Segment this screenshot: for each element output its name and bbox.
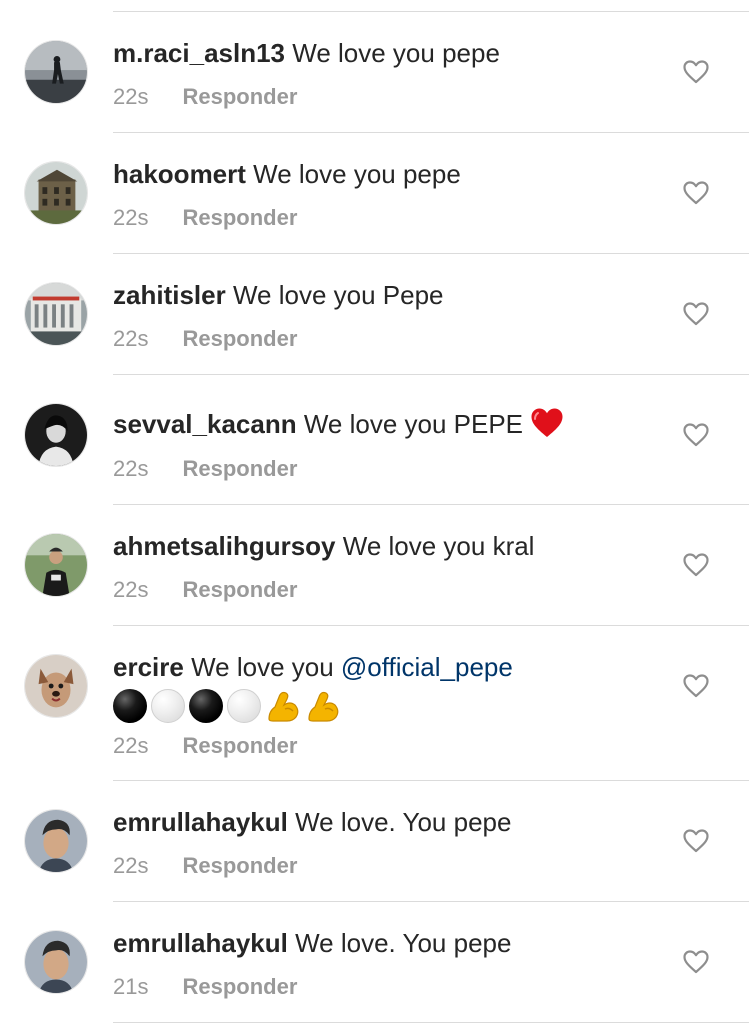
username-link[interactable]: emrullahaykul: [113, 928, 288, 958]
person-outdoors-avatar: [25, 534, 87, 596]
heart-outline-icon[interactable]: [683, 829, 709, 853]
comment-item: m.raci_asln13 We love you pepe 22s Respo…: [0, 12, 749, 133]
timestamp: 21s: [113, 974, 149, 999]
comment-item: emrullahaykul We love. You pepe 22s Resp…: [0, 781, 749, 902]
comment-item: emrullahaykul We love. You pepe 21s Resp…: [0, 902, 749, 1023]
black-circle-icon: [113, 689, 147, 723]
username-link[interactable]: ahmetsalihgursoy: [113, 531, 336, 561]
comment-body: We love you Pepe: [232, 280, 444, 310]
username-link[interactable]: ercire: [113, 652, 184, 682]
building-avatar: [25, 162, 87, 224]
avatar[interactable]: [24, 930, 88, 994]
avatar[interactable]: [24, 809, 88, 873]
comment-item: hakoomert We love you pepe 22s Responder: [0, 133, 749, 254]
comment-text: emrullahaykul We love. You pepe: [113, 926, 653, 960]
heart-outline-icon[interactable]: [683, 950, 709, 974]
timestamp: 22s: [113, 733, 149, 758]
comment-text: ahmetsalihgursoy We love you kral: [113, 529, 653, 563]
comment-body: We love you pepe: [253, 159, 461, 189]
comment-item: zahitisler We love you Pepe 22s Responde…: [0, 254, 749, 375]
avatar[interactable]: [24, 533, 88, 597]
heart-outline-icon[interactable]: [683, 674, 709, 698]
comment-text: hakoomert We love you pepe: [113, 157, 653, 191]
comment-body: We love. You pepe: [295, 928, 512, 958]
comment-meta: 21s Responder: [113, 974, 297, 1000]
reply-button[interactable]: Responder: [182, 577, 297, 603]
reply-button[interactable]: Responder: [182, 326, 297, 352]
comment-item: ercire We love you @official_pepe 22s Re…: [0, 626, 749, 781]
white-circle-icon: [151, 689, 185, 723]
comment-meta: 22s Responder: [113, 326, 297, 352]
comment-item: ahmetsalihgursoy We love you kral 22s Re…: [0, 505, 749, 626]
black-circle-icon: [189, 689, 223, 723]
timestamp: 22s: [113, 326, 149, 351]
building-facade-avatar: [25, 283, 87, 345]
timestamp: 22s: [113, 577, 149, 602]
avatar[interactable]: [24, 40, 88, 104]
comment-body: We love you PEPE: [303, 409, 524, 439]
mention-link[interactable]: @official_pepe: [341, 652, 513, 682]
comment-meta: 22s Responder: [113, 84, 297, 110]
comment-body: We love. You pepe: [295, 807, 512, 837]
white-circle-icon: [227, 689, 261, 723]
comment-meta: 22s Responder: [113, 733, 297, 759]
comment-meta: 22s Responder: [113, 577, 297, 603]
comment-body: We love you pepe: [292, 38, 500, 68]
comment-text: sevval_kacann We love you PEPE: [113, 407, 653, 441]
timestamp: 22s: [113, 84, 149, 109]
heart-outline-icon[interactable]: [683, 302, 709, 326]
comment-text: emrullahaykul We love. You pepe: [113, 805, 653, 839]
dog-filter-avatar: [25, 655, 87, 717]
comment-text: zahitisler We love you Pepe: [113, 278, 653, 312]
username-link[interactable]: sevval_kacann: [113, 409, 297, 439]
reply-button[interactable]: Responder: [182, 733, 297, 759]
person-silhouette-avatar: [25, 41, 87, 103]
avatar[interactable]: [24, 654, 88, 718]
username-link[interactable]: zahitisler: [113, 280, 226, 310]
comment-meta: 22s Responder: [113, 456, 297, 482]
comment-meta: 22s Responder: [113, 205, 297, 231]
young-man-avatar: [25, 931, 87, 993]
comment-meta: 22s Responder: [113, 853, 297, 879]
avatar[interactable]: [24, 161, 88, 225]
reply-button[interactable]: Responder: [182, 205, 297, 231]
flexed-biceps-icon: [308, 691, 339, 722]
heart-outline-icon[interactable]: [683, 181, 709, 205]
reply-button[interactable]: Responder: [182, 853, 297, 879]
comment-body: We love you: [191, 652, 341, 682]
flexed-biceps-icon: [268, 691, 299, 722]
username-link[interactable]: m.raci_asln13: [113, 38, 285, 68]
reply-button[interactable]: Responder: [182, 974, 297, 1000]
comment-item: sevval_kacann We love you PEPE 22s Respo…: [0, 375, 749, 505]
reply-button[interactable]: Responder: [182, 456, 297, 482]
comment-text: ercire We love you @official_pepe: [113, 650, 653, 723]
comment-body: We love you kral: [342, 531, 535, 561]
reply-button[interactable]: Responder: [182, 84, 297, 110]
timestamp: 22s: [113, 853, 149, 878]
young-man-avatar: [25, 810, 87, 872]
heart-outline-icon[interactable]: [683, 60, 709, 84]
timestamp: 22s: [113, 456, 149, 481]
portrait-bw-avatar: [25, 404, 87, 466]
heart-outline-icon[interactable]: [683, 553, 709, 577]
heart-outline-icon[interactable]: [683, 423, 709, 447]
username-link[interactable]: emrullahaykul: [113, 807, 288, 837]
avatar[interactable]: [24, 282, 88, 346]
timestamp: 22s: [113, 205, 149, 230]
username-link[interactable]: hakoomert: [113, 159, 246, 189]
red-heart-icon: [531, 408, 563, 437]
emoji-row: [113, 689, 653, 723]
avatar[interactable]: [24, 403, 88, 467]
comment-text: m.raci_asln13 We love you pepe: [113, 36, 653, 70]
